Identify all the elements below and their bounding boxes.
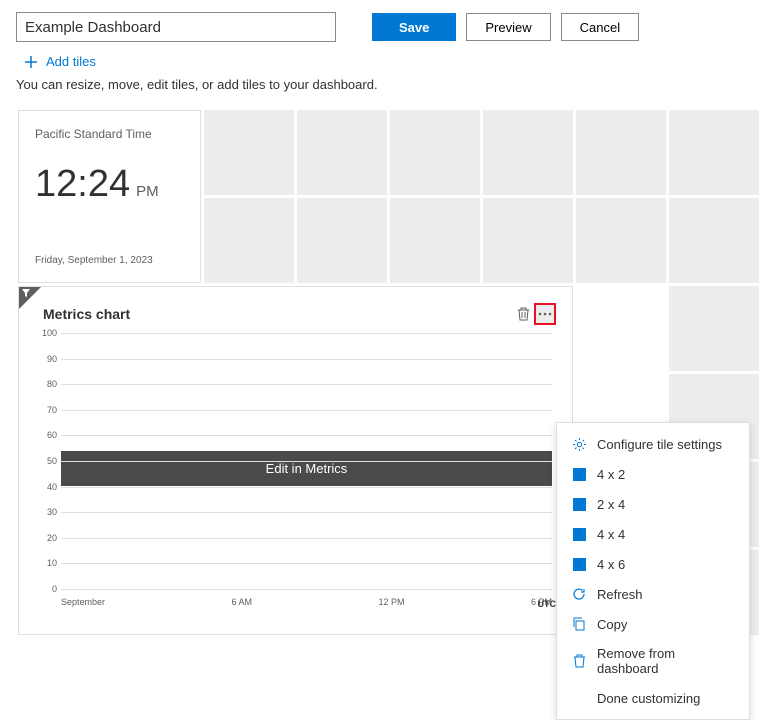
gridline	[61, 333, 552, 334]
gridline	[61, 538, 552, 539]
size-icon	[571, 556, 587, 572]
menu-size-4x2[interactable]: 4 x 2	[557, 459, 749, 489]
grid-cell[interactable]	[390, 110, 480, 195]
menu-configure-tile[interactable]: Configure tile settings	[557, 429, 749, 459]
y-tick-label: 60	[47, 430, 57, 440]
clock-timezone: Pacific Standard Time	[35, 127, 184, 141]
gear-icon	[571, 436, 587, 452]
menu-label: Configure tile settings	[597, 437, 722, 452]
grid-cell[interactable]	[390, 198, 480, 283]
filter-icon[interactable]	[19, 287, 41, 309]
gridline	[61, 512, 552, 513]
grid-cell[interactable]	[204, 198, 294, 283]
menu-label: Copy	[597, 617, 627, 632]
menu-refresh[interactable]: Refresh	[557, 579, 749, 609]
x-tick-label: September	[61, 597, 105, 613]
clock-date: Friday, September 1, 2023	[35, 255, 184, 266]
y-tick-label: 20	[47, 533, 57, 543]
menu-remove[interactable]: Remove from dashboard	[557, 639, 749, 683]
grid-cell[interactable]	[204, 110, 294, 195]
grid-cell[interactable]	[483, 198, 573, 283]
menu-label: Done customizing	[597, 691, 700, 706]
dashboard-toolbar: Save Preview Cancel	[0, 0, 771, 50]
gridline	[61, 410, 552, 411]
grid-cell[interactable]	[576, 198, 666, 283]
grid-cell[interactable]	[669, 198, 759, 283]
more-icon[interactable]	[534, 303, 556, 325]
edit-in-metrics-button[interactable]: Edit in Metrics	[61, 451, 552, 486]
y-tick-label: 10	[47, 558, 57, 568]
trash-icon[interactable]	[512, 303, 534, 325]
gridline	[61, 435, 552, 436]
size-icon	[571, 526, 587, 542]
x-tick-label: 12 PM	[378, 597, 404, 613]
y-tick-label: 90	[47, 354, 57, 364]
y-tick-label: 70	[47, 405, 57, 415]
gridline	[61, 487, 552, 488]
y-tick-label: 80	[47, 379, 57, 389]
gridline	[61, 359, 552, 360]
hint-text: You can resize, move, edit tiles, or add…	[0, 75, 771, 110]
gridline	[61, 563, 552, 564]
menu-size-2x4[interactable]: 2 x 4	[557, 489, 749, 519]
grid-cell[interactable]	[669, 286, 759, 371]
chart-timezone-label: UTC	[538, 599, 557, 609]
gridline	[61, 384, 552, 385]
menu-label: 4 x 2	[597, 467, 625, 482]
grid-cell[interactable]	[576, 110, 666, 195]
menu-done-customizing[interactable]: Done customizing	[557, 683, 749, 713]
add-tiles-link[interactable]: Add tiles	[0, 50, 771, 75]
grid-cell[interactable]	[297, 110, 387, 195]
dashboard-name-input[interactable]	[16, 12, 336, 42]
clock-time: 12:24	[35, 163, 130, 206]
plus-icon	[24, 55, 38, 69]
refresh-icon	[571, 586, 587, 602]
copy-icon	[571, 616, 587, 632]
grid-cell[interactable]	[297, 198, 387, 283]
tile-context-menu: Configure tile settings 4 x 2 2 x 4 4 x …	[556, 422, 750, 720]
save-button[interactable]: Save	[372, 13, 456, 41]
metrics-chart-tile[interactable]: Metrics chart 0102030405060708090100 Edi…	[18, 286, 573, 635]
y-tick-label: 100	[42, 328, 57, 338]
menu-label: Remove from dashboard	[597, 646, 735, 676]
size-icon	[571, 466, 587, 482]
cancel-button[interactable]: Cancel	[561, 13, 639, 41]
add-tiles-label: Add tiles	[46, 54, 96, 69]
grid-cell[interactable]	[669, 110, 759, 195]
menu-label: 4 x 4	[597, 527, 625, 542]
menu-size-4x6[interactable]: 4 x 6	[557, 549, 749, 579]
menu-label: 4 x 6	[597, 557, 625, 572]
menu-label: 2 x 4	[597, 497, 625, 512]
size-icon	[571, 496, 587, 512]
dashboard-grid: Pacific Standard Time 12:24 PM Friday, S…	[0, 110, 771, 635]
y-tick-label: 30	[47, 507, 57, 517]
y-tick-label: 50	[47, 456, 57, 466]
clock-ampm: PM	[136, 183, 159, 200]
preview-button[interactable]: Preview	[466, 13, 550, 41]
y-tick-label: 0	[52, 584, 57, 594]
trash-icon	[571, 653, 587, 669]
menu-label: Refresh	[597, 587, 643, 602]
grid-cell[interactable]	[483, 110, 573, 195]
x-tick-label: 6 AM	[232, 597, 253, 613]
metrics-tile-title: Metrics chart	[35, 306, 512, 322]
y-tick-label: 40	[47, 482, 57, 492]
gridline	[61, 589, 552, 590]
menu-size-4x4[interactable]: 4 x 4	[557, 519, 749, 549]
menu-copy[interactable]: Copy	[557, 609, 749, 639]
metrics-chart: 0102030405060708090100 Edit in Metrics S…	[61, 333, 552, 613]
clock-tile[interactable]: Pacific Standard Time 12:24 PM Friday, S…	[18, 110, 201, 283]
gridline	[61, 461, 552, 462]
